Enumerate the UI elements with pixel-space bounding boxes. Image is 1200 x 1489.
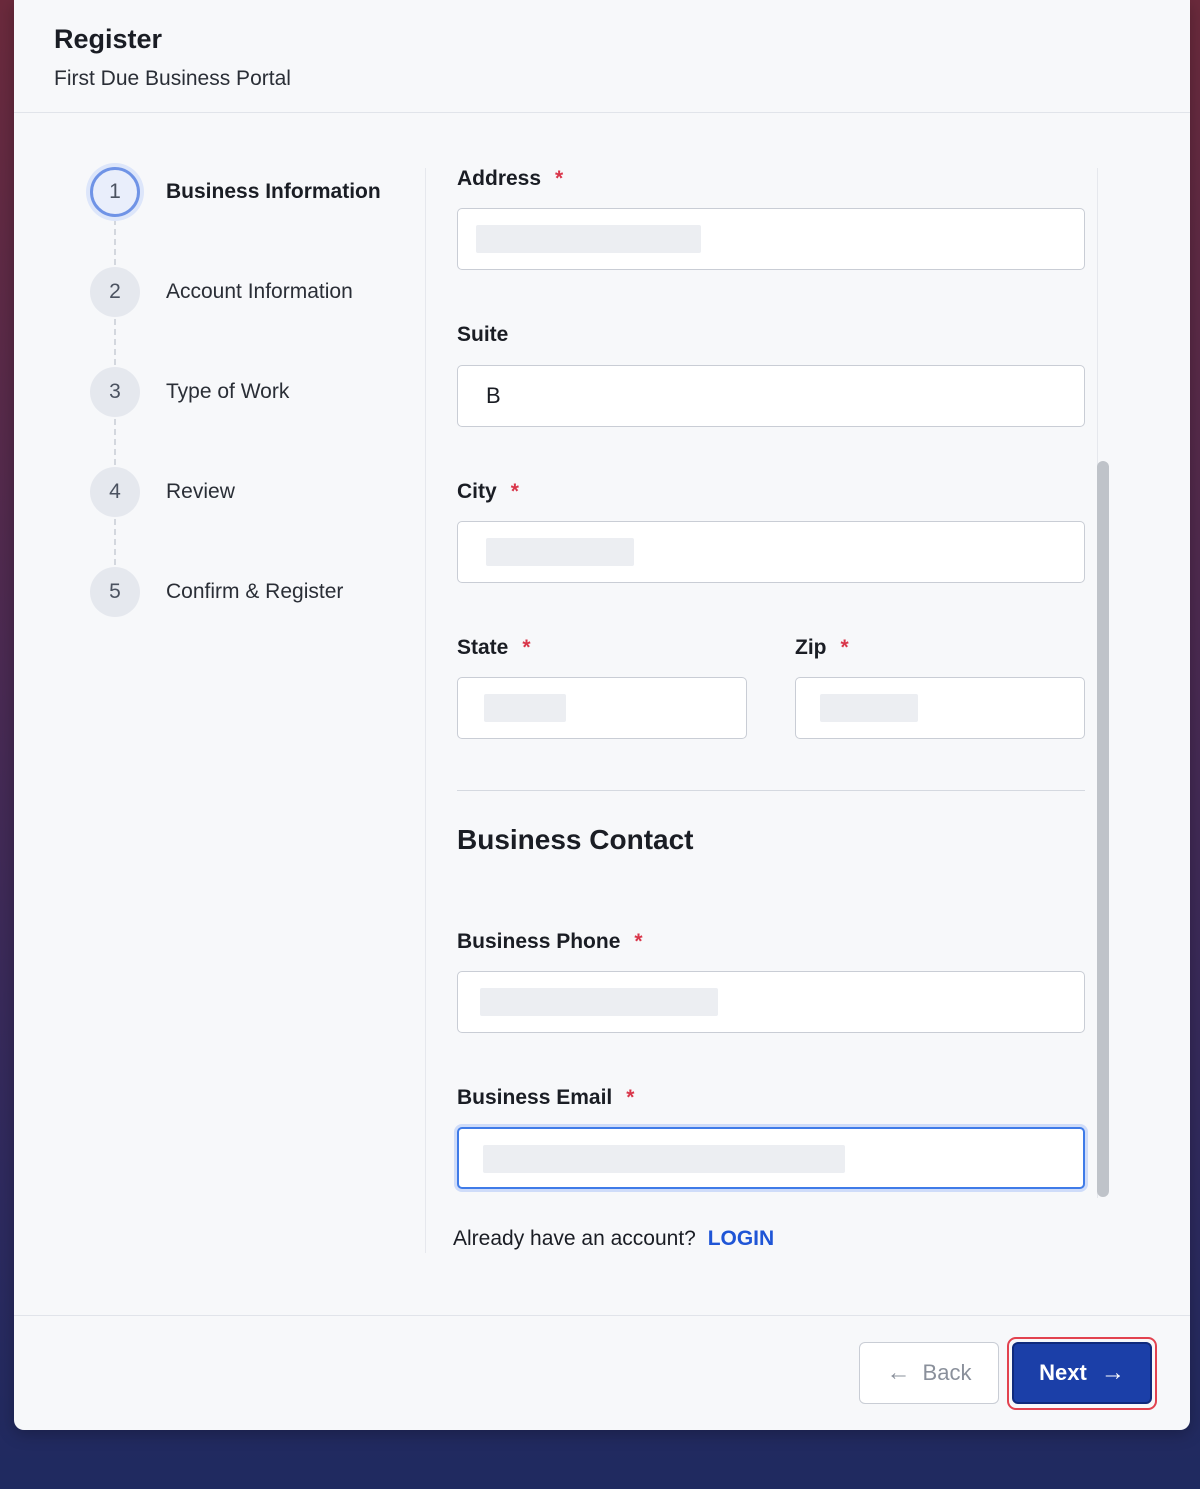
back-button[interactable]: ← Back [859, 1342, 999, 1404]
step-business-information[interactable]: 1 Business Information [90, 165, 430, 219]
required-mark: * [840, 636, 849, 659]
business-phone-label: Business Phone * [457, 930, 643, 953]
address-label: Address * [457, 167, 564, 190]
page-title: Register [54, 24, 163, 54]
step-label: Confirm & Register [166, 580, 344, 603]
required-mark: * [555, 167, 564, 190]
redacted-value [484, 694, 566, 722]
column-divider [425, 168, 426, 1253]
step-number-badge: 5 [90, 567, 140, 617]
arrow-right-icon: → [1100, 1359, 1125, 1386]
address-input[interactable] [457, 208, 1085, 270]
step-review[interactable]: 4 Review [90, 465, 430, 519]
modal-header: Register First Due Business Portal [14, 0, 1190, 113]
zip-label: Zip * [795, 636, 849, 659]
redacted-value [476, 225, 701, 253]
redacted-value [480, 988, 718, 1016]
redacted-value [486, 538, 634, 566]
step-type-of-work[interactable]: 3 Type of Work [90, 365, 430, 419]
register-modal: Register First Due Business Portal 1 Bus… [14, 0, 1190, 1430]
step-connector [114, 419, 116, 465]
required-mark: * [626, 1086, 635, 1109]
required-mark: * [510, 480, 519, 503]
business-contact-heading: Business Contact [457, 824, 694, 855]
redacted-value [820, 694, 918, 722]
arrow-left-icon: ← [886, 1359, 911, 1386]
login-prompt-text: Already have an account? [453, 1227, 696, 1250]
footer-divider [14, 1315, 1190, 1316]
step-account-information[interactable]: 2 Account Information [90, 265, 430, 319]
step-label: Type of Work [166, 380, 290, 403]
back-button-label: Back [922, 1360, 972, 1385]
city-input[interactable] [457, 521, 1085, 583]
section-divider [457, 790, 1085, 791]
login-prompt: Already have an account? LOGIN [453, 1227, 774, 1251]
step-connector [114, 519, 116, 565]
step-label: Review [166, 480, 235, 503]
next-button-label: Next [1039, 1360, 1087, 1385]
step-number-badge: 3 [90, 367, 140, 417]
state-label: State * [457, 636, 531, 659]
redacted-value [483, 1145, 845, 1173]
city-label: City * [457, 480, 519, 503]
step-confirm-register[interactable]: 5 Confirm & Register [90, 565, 430, 619]
zip-input[interactable] [795, 677, 1085, 739]
suite-input[interactable]: B [457, 365, 1085, 427]
suite-label: Suite [457, 323, 509, 346]
business-email-input[interactable] [457, 1127, 1085, 1189]
next-button[interactable]: Next → [1012, 1342, 1152, 1404]
step-connector [114, 319, 116, 365]
step-number-badge: 4 [90, 467, 140, 517]
step-connector [114, 219, 116, 265]
required-mark: * [522, 636, 531, 659]
step-label: Business Information [166, 180, 381, 203]
required-mark: * [634, 930, 643, 953]
state-input[interactable] [457, 677, 747, 739]
page-subtitle: First Due Business Portal [54, 67, 291, 90]
business-phone-input[interactable] [457, 971, 1085, 1033]
business-email-label: Business Email * [457, 1086, 635, 1109]
step-label: Account Information [166, 280, 353, 303]
form-scrollbar-thumb[interactable] [1097, 461, 1109, 1197]
step-number-badge: 1 [90, 167, 140, 217]
login-link[interactable]: LOGIN [708, 1227, 775, 1250]
step-number-badge: 2 [90, 267, 140, 317]
